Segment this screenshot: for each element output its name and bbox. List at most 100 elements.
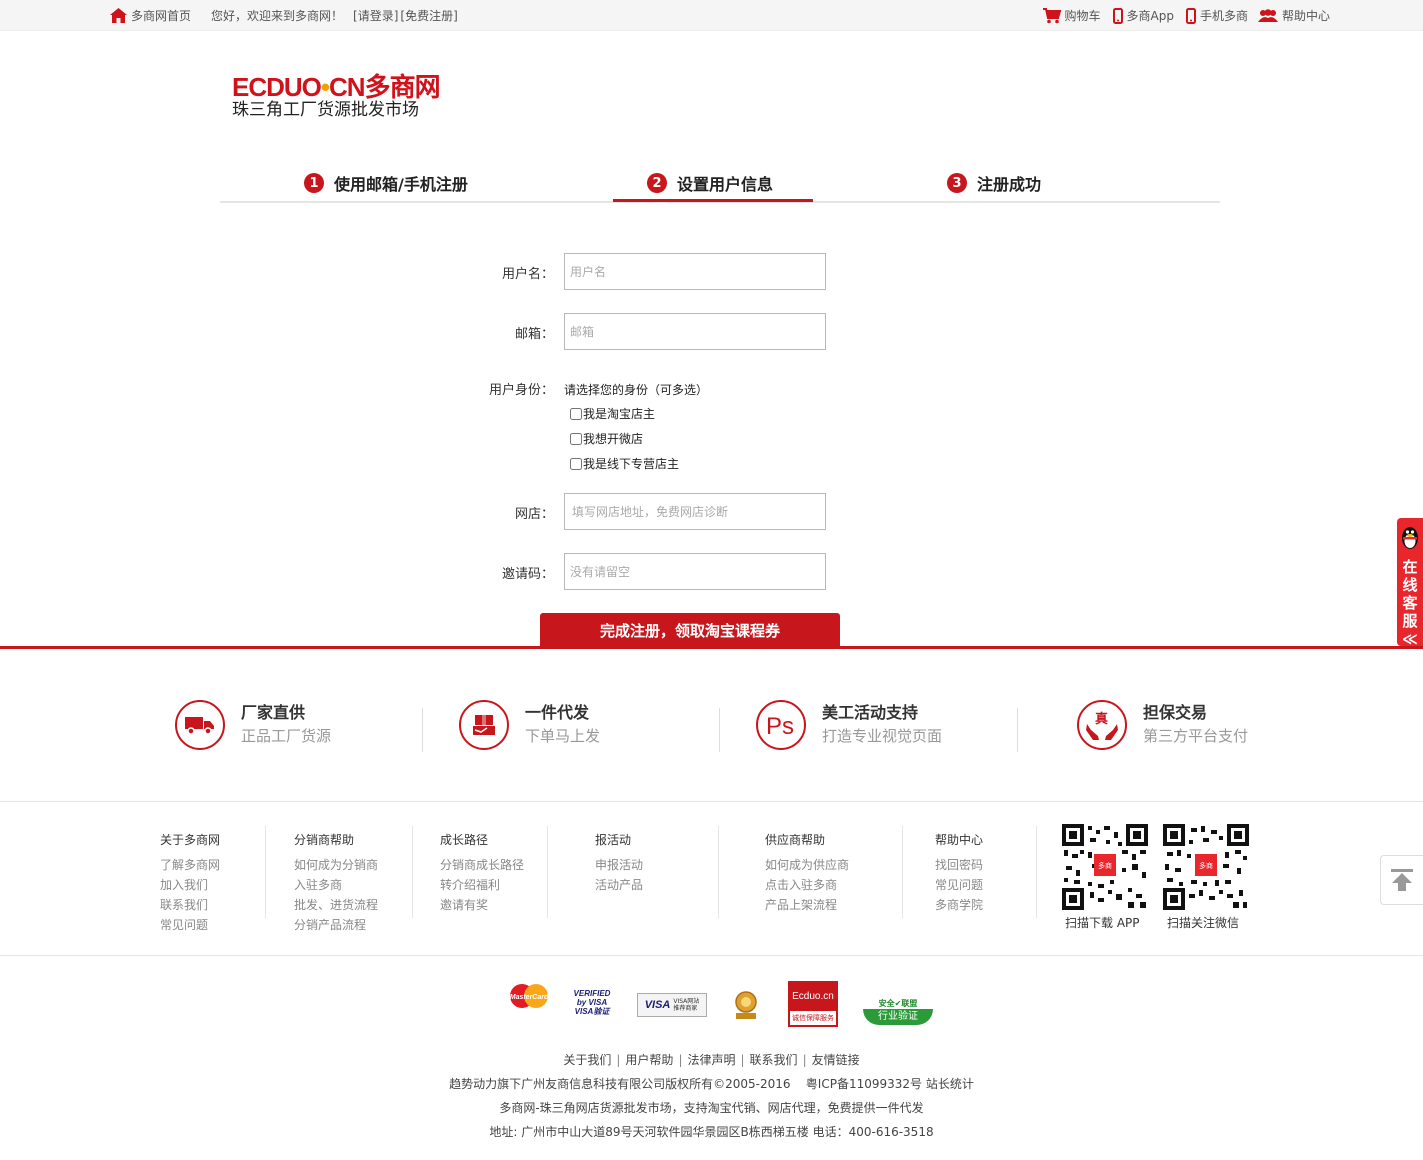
qr-code-app: 多商	[1062, 824, 1148, 910]
role-checkbox[interactable]	[570, 432, 582, 445]
active-step-indicator	[613, 199, 813, 202]
role-option-offline[interactable]: 我是线下专营店主	[570, 455, 679, 472]
feature-guarantee: 真 担保交易 第三方平台支付	[1077, 700, 1248, 750]
footer-col-divider	[412, 826, 413, 918]
shop-url-input[interactable]	[564, 493, 826, 530]
footer-link[interactable]: 批发、进货流程	[294, 895, 378, 915]
truck-icon	[175, 700, 225, 750]
footer-col-distributor: 分销商帮助 如何成为分销商 入驻多商 批发、进货流程 分销产品流程	[294, 832, 378, 935]
footer-col-events: 报活动 申报活动 活动产品	[595, 832, 643, 895]
register-link[interactable]: [免费注册]	[400, 7, 457, 24]
footer-bottom-link[interactable]: 关于我们	[563, 1053, 611, 1067]
footer-link[interactable]: 常见问题	[160, 915, 220, 935]
footer-col-about: 关于多商网 了解多商网 加入我们 联系我们 常见问题	[160, 832, 220, 935]
role-label: 用户身份：	[488, 383, 554, 398]
logo-brand-tail: CN多商网	[329, 72, 441, 102]
footer-link[interactable]: 联系我们	[160, 895, 220, 915]
footer-link[interactable]: 活动产品	[595, 875, 643, 895]
ecduo-badge-title: Ecduo.cn	[790, 983, 836, 1011]
service-tab-char: 线	[1402, 576, 1418, 594]
cart-label: 购物车	[1064, 9, 1101, 23]
cart-icon	[1042, 7, 1061, 23]
mastercard-badge[interactable]: MasterCard	[507, 982, 551, 1010]
arrow-up-icon	[1391, 869, 1413, 891]
service-tab-char: 在	[1402, 558, 1418, 576]
service-tab-collapse: ≪	[1402, 630, 1418, 648]
certificate-seal-badge[interactable]	[733, 990, 759, 1020]
step-label: 使用邮箱/手机注册	[334, 175, 468, 194]
footer-link[interactable]: 申报活动	[595, 855, 643, 875]
verified-visa-text-3: VISA验证	[574, 1006, 610, 1016]
footer-link[interactable]: 点击入驻多商	[765, 875, 849, 895]
footer-link[interactable]: 了解多商网	[160, 855, 220, 875]
security-badge-title: 安全✔联盟	[878, 999, 918, 1008]
qr-wechat-label: 扫描关注微信	[1167, 916, 1240, 930]
footer-bottom: 关于我们 | 用户帮助 | 法律声明 | 联系我们 | 友情链接 趋势动力旗下广州友商信息科技有…	[0, 1048, 1423, 1144]
role-option-label: 我是线下专营店主	[583, 457, 680, 471]
online-service-tab[interactable]: 在 线 客 服 ≪	[1397, 518, 1423, 648]
link-separator: |	[678, 1053, 683, 1067]
feature-title: 美工活动支持	[822, 703, 919, 722]
footer-col-title: 成长路径	[440, 833, 489, 847]
invite-code-input[interactable]	[564, 553, 826, 590]
home-link[interactable]: 多商网首页	[110, 7, 191, 24]
step-label: 注册成功	[977, 175, 1042, 194]
security-alliance-badge[interactable]: 安全✔联盟 行业验证	[860, 994, 936, 1030]
footer-link[interactable]: 如何成为供应商	[765, 855, 849, 875]
service-tab-char: 服	[1402, 612, 1418, 630]
role-hint: 请选择您的身份（可多选）	[564, 383, 709, 397]
link-separator: |	[802, 1053, 807, 1067]
footer-link[interactable]: 找回密码	[935, 855, 983, 875]
footer-col-title: 关于多商网	[160, 833, 221, 847]
slogan-text: 多商网-珠三角网店货源批发市场，支持淘宝代销、网店代理，免费提供一件代发	[499, 1101, 924, 1115]
verified-by-visa-badge[interactable]: VERIFIED by VISA VISA验证	[570, 982, 614, 1022]
email-input[interactable]	[564, 313, 826, 350]
footer-bottom-link[interactable]: 用户帮助	[625, 1053, 673, 1067]
footer-link[interactable]: 入驻多商	[294, 875, 378, 895]
footer-bottom-link[interactable]: 联系我们	[750, 1053, 798, 1067]
step-label: 设置用户信息	[677, 175, 774, 194]
ecduo-trust-badge[interactable]: Ecduo.cn 诚信保障服务	[788, 981, 838, 1027]
step-3: 3 注册成功	[947, 171, 1041, 195]
site-logo[interactable]: ECDUO•CN多商网 珠三角工厂货源批发市场	[232, 74, 442, 120]
phone-icon	[1112, 7, 1123, 24]
footer-bottom-link[interactable]: 法律声明	[687, 1053, 735, 1067]
footer-col-title: 报活动	[595, 833, 632, 847]
app-label: 多商App	[1126, 9, 1174, 23]
footer-col-title: 分销商帮助	[294, 833, 355, 847]
back-to-top-button[interactable]	[1380, 855, 1423, 905]
ecduo-badge-sub: 诚信保障服务	[792, 1014, 834, 1022]
help-link[interactable]: 帮助中心	[1257, 7, 1330, 24]
footer-link[interactable]: 多商学院	[935, 895, 983, 915]
link-separator: |	[616, 1053, 621, 1067]
submit-register-button[interactable]: 完成注册，领取淘宝课程券	[540, 613, 840, 647]
qr-app-label: 扫描下载 APP	[1065, 916, 1140, 930]
mastercard-label: MasterCard	[510, 994, 549, 1001]
email-label: 邮箱：	[514, 327, 554, 342]
feature-design-support: Ps 美工活动支持 打造专业视觉页面	[756, 700, 942, 750]
qr-code-wechat: 多商	[1163, 824, 1249, 910]
username-input[interactable]	[564, 253, 826, 290]
footer-link[interactable]: 转介绍福利	[440, 875, 524, 895]
logo-dot: •	[320, 72, 330, 102]
visa-merchant-badge[interactable]: VISA VISA网站 推荐商家	[637, 993, 707, 1017]
footer-link[interactable]: 产品上架流程	[765, 895, 849, 915]
footer-link[interactable]: 分销商成长路径	[440, 855, 524, 875]
step-number: 3	[947, 173, 967, 193]
cart-link[interactable]: 购物车	[1042, 7, 1101, 24]
footer-link[interactable]: 如何成为分销商	[294, 855, 378, 875]
role-checkbox[interactable]	[570, 407, 582, 420]
role-option-taobao[interactable]: 我是淘宝店主	[570, 405, 655, 422]
role-option-weidian[interactable]: 我想开微店	[570, 430, 643, 447]
footer-link[interactable]: 邀请有奖	[440, 895, 524, 915]
footer-link[interactable]: 分销产品流程	[294, 915, 378, 935]
footer-divider	[0, 955, 1423, 956]
role-checkbox[interactable]	[570, 457, 582, 470]
footer-link[interactable]: 常见问题	[935, 875, 983, 895]
app-link[interactable]: 多商App	[1112, 7, 1174, 24]
footer-link[interactable]: 加入我们	[160, 875, 220, 895]
login-link[interactable]: [请登录]	[353, 7, 398, 24]
logo-brand: ECDUO	[232, 72, 322, 102]
footer-bottom-link[interactable]: 友情链接	[812, 1053, 860, 1067]
mobile-link[interactable]: 手机多商	[1185, 7, 1248, 24]
